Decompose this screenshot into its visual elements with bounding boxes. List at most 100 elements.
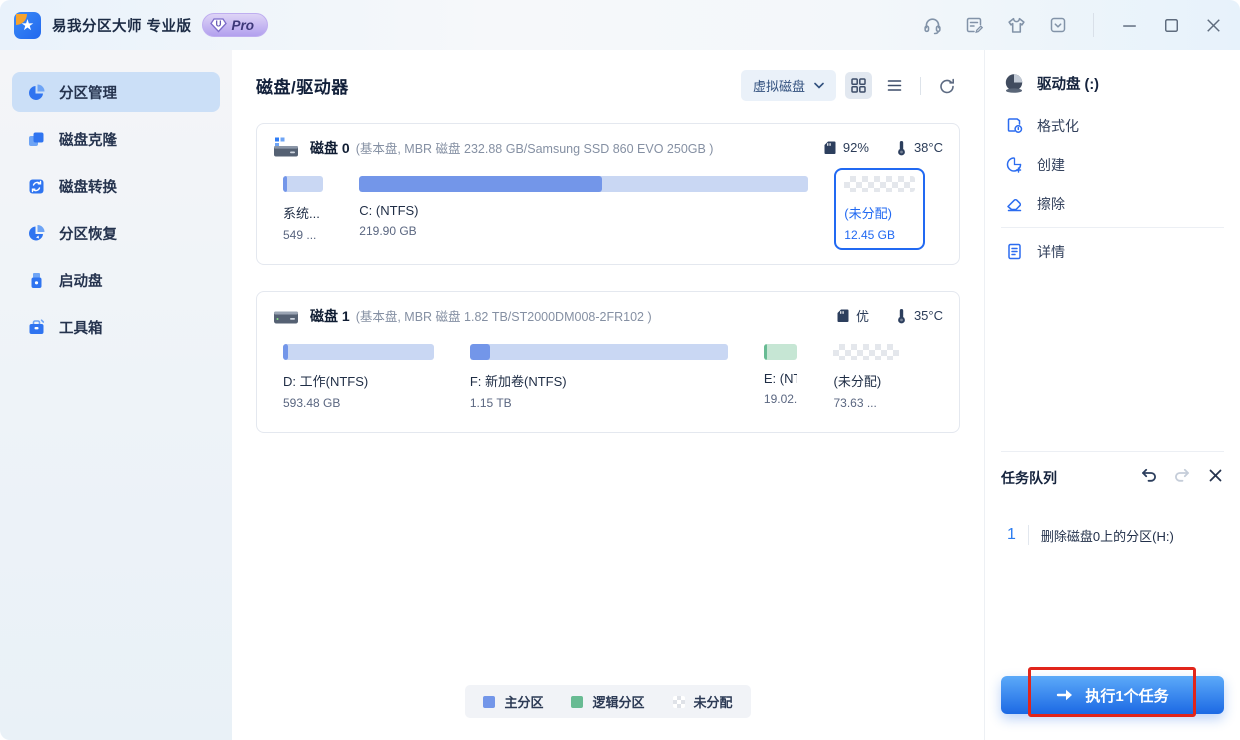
disk-list-panel: 磁盘/驱动器 虚拟磁盘 磁盘 0 (基本盘, MBR 磁盘 232.88 GB/… xyxy=(232,50,984,740)
legend-primary-swatch xyxy=(483,695,496,708)
support-icon[interactable] xyxy=(921,14,943,36)
disk-health-badge: 优 xyxy=(836,306,869,325)
list-view-button[interactable] xyxy=(881,72,908,99)
legend-logical: 逻辑分区 xyxy=(571,692,645,711)
partition-d[interactable]: D: 工作(NTFS) 593.48 GB xyxy=(273,336,444,418)
ssd-disk-icon xyxy=(274,137,298,157)
action-create[interactable]: 创建 xyxy=(1001,145,1224,184)
refresh-button[interactable] xyxy=(933,72,960,99)
pro-badge-label: Pro xyxy=(231,17,255,33)
partition-bar xyxy=(469,344,728,360)
execute-tasks-button[interactable]: 执行1个任务 xyxy=(1001,676,1224,714)
page-title: 磁盘/驱动器 xyxy=(256,78,349,97)
virtual-disk-dropdown-label: 虚拟磁盘 xyxy=(752,79,805,94)
disk-convert-icon xyxy=(27,177,46,196)
undo-button[interactable] xyxy=(1139,466,1158,489)
execute-button-label: 执行1个任务 xyxy=(1085,687,1169,705)
sidebar-item-label: 分区管理 xyxy=(59,85,117,102)
clone-icon xyxy=(27,130,46,149)
disk-health-value: 92% xyxy=(842,140,869,155)
legend-unallocated: 未分配 xyxy=(672,692,733,711)
action-label: 详情 xyxy=(1037,243,1065,260)
refresh-icon xyxy=(939,78,954,93)
feedback-icon[interactable] xyxy=(963,14,985,36)
sidebar-item-label: 磁盘克隆 xyxy=(59,132,117,149)
virtual-disk-dropdown[interactable]: 虚拟磁盘 xyxy=(740,70,836,101)
action-label: 格式化 xyxy=(1037,117,1079,134)
chevron-down-icon xyxy=(814,82,824,89)
disk-health-badge: 92% xyxy=(823,140,869,155)
sidebar-item-disk-convert[interactable]: 磁盘转换 xyxy=(12,166,220,206)
arrow-right-icon xyxy=(1057,689,1073,701)
action-panel: 驱动盘 (:) 格式化 创建 擦除 详情 任务队列 1 删除磁盘0上的分区(H:… xyxy=(984,50,1240,740)
partition-unallocated[interactable]: (未分配) 73.63 ... xyxy=(823,336,908,418)
sidebar-item-partition-recovery[interactable]: 分区恢复 xyxy=(12,213,220,253)
legend-logical-swatch xyxy=(571,695,584,708)
partition-unallocated-selected[interactable]: (未分配) 12.45 GB xyxy=(834,168,925,250)
list-view-icon xyxy=(887,80,902,91)
legend-label: 未分配 xyxy=(693,695,733,710)
sidebar-item-disk-clone[interactable]: 磁盘克隆 xyxy=(12,119,220,159)
partition-f[interactable]: F: 新加卷(NTFS) 1.15 TB xyxy=(460,336,738,418)
disk-temp-badge: 35°C xyxy=(895,308,943,324)
legend-label: 主分区 xyxy=(504,695,544,710)
svg-text:U: U xyxy=(215,20,221,29)
partition-size: 19.02... xyxy=(763,392,798,406)
partition-label: (未分配) xyxy=(833,374,882,389)
sidebar-item-label: 启动盘 xyxy=(59,273,103,290)
partition-c[interactable]: C: (NTFS) 219.90 GB xyxy=(349,168,818,246)
partition-bar xyxy=(833,344,899,360)
sidebar: 分区管理 磁盘克隆 磁盘转换 分区恢复 启动盘 工具箱 xyxy=(0,50,232,740)
task-queue-title: 任务队列 xyxy=(1001,469,1057,486)
menu-dropdown-icon[interactable] xyxy=(1047,14,1069,36)
eraser-icon xyxy=(1007,198,1022,212)
partition-size: 1.15 TB xyxy=(469,396,512,410)
partition-bar xyxy=(763,344,798,360)
partition-bar xyxy=(359,176,809,192)
partition-label: D: 工作(NTFS) xyxy=(283,374,369,389)
sidebar-item-label: 磁盘转换 xyxy=(59,179,117,196)
partition-e[interactable]: E: (NT... 19.02... xyxy=(754,336,808,414)
partition-bar xyxy=(283,344,434,360)
health-icon xyxy=(824,141,836,154)
sidebar-item-toolbox[interactable]: 工具箱 xyxy=(12,307,220,347)
partition-label: E: (NT... xyxy=(763,371,798,386)
pie-recover-icon xyxy=(27,224,46,243)
minimize-button[interactable] xyxy=(1118,14,1140,36)
action-format[interactable]: 格式化 xyxy=(1001,106,1224,145)
redo-button[interactable] xyxy=(1173,466,1192,489)
action-details[interactable]: 详情 xyxy=(1001,232,1224,271)
partition-size: 73.63 ... xyxy=(833,396,877,410)
titlebar: ★ 易我分区大师 专业版 U Pro xyxy=(0,0,1240,50)
partition-size: 219.90 GB xyxy=(359,224,417,238)
action-label: 擦除 xyxy=(1037,195,1065,212)
create-icon xyxy=(1006,157,1022,173)
partition-bar xyxy=(844,176,915,192)
titlebar-separator xyxy=(1093,13,1094,37)
disk-temp-badge: 38°C xyxy=(895,140,943,156)
partition-system[interactable]: 系统... 549 ... xyxy=(273,168,333,250)
grid-view-icon xyxy=(851,78,866,93)
disk-card-0: 磁盘 0 (基本盘, MBR 磁盘 232.88 GB/Samsung SSD … xyxy=(256,123,960,265)
theme-icon[interactable] xyxy=(1005,14,1027,36)
sidebar-item-bootable-disk[interactable]: 启动盘 xyxy=(12,260,220,300)
action-label: 创建 xyxy=(1037,156,1065,173)
maximize-button[interactable] xyxy=(1160,14,1182,36)
sidebar-item-partition-manager[interactable]: 分区管理 xyxy=(12,72,220,112)
disk-name: 磁盘 0 xyxy=(310,139,350,156)
sidebar-item-label: 工具箱 xyxy=(59,320,103,337)
drive-header: 驱动盘 (:) xyxy=(1003,72,1222,94)
close-button[interactable] xyxy=(1202,14,1224,36)
pie-chart-icon xyxy=(27,83,46,102)
app-window: ★ 易我分区大师 专业版 U Pro 分区管理 磁盘克隆 磁盘转换 分区恢复 启… xyxy=(0,0,1240,740)
close-task-queue-button[interactable] xyxy=(1207,467,1224,489)
action-wipe[interactable]: 擦除 xyxy=(1001,184,1224,223)
task-list-item[interactable]: 1 删除磁盘0上的分区(H:) xyxy=(1001,525,1224,545)
partition-label: C: (NTFS) xyxy=(359,203,419,218)
grid-view-button[interactable] xyxy=(845,72,872,99)
partition-legend: 主分区 逻辑分区 未分配 xyxy=(465,685,751,718)
thermometer-icon xyxy=(898,140,905,155)
drive-header-label: 驱动盘 (:) xyxy=(1037,76,1100,93)
toolbox-icon xyxy=(27,318,46,337)
header-separator xyxy=(920,76,921,95)
